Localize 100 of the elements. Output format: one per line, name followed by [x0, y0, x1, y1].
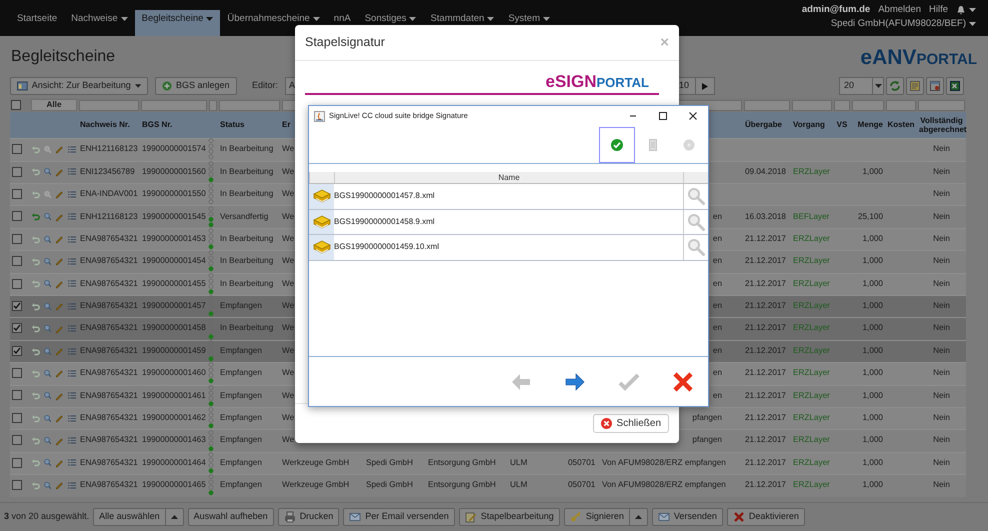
table-row[interactable]: ENA987654321 19900000001465 Empfangen Werkzeuge GmbH Spedi GmbH Entsorgung GmbH ULM 050701 Von AFUM98028/ERZ empfangen 21.12.2017 ERZLayer 1,000 Nein — [10, 474, 966, 497]
search-icon[interactable] — [44, 212, 52, 222]
notifications-button[interactable] — [956, 4, 976, 14]
help-link[interactable]: Hilfe — [928, 4, 948, 15]
search-icon[interactable] — [44, 480, 52, 490]
return-arrow-icon[interactable] — [32, 480, 40, 490]
list-icon[interactable] — [68, 414, 76, 423]
pencil-icon[interactable] — [55, 189, 64, 200]
search-icon[interactable] — [44, 190, 52, 199]
filter-field[interactable] — [219, 100, 280, 111]
search-icon[interactable] — [44, 324, 52, 334]
list-icon[interactable] — [68, 212, 76, 222]
action-button[interactable]: Alle auswählen — [93, 508, 166, 526]
filter-field[interactable] — [886, 100, 916, 111]
nav-tab[interactable]: Übernahmescheine — [220, 10, 327, 36]
search-icon[interactable] — [44, 234, 52, 244]
return-arrow-icon[interactable] — [32, 391, 40, 400]
return-arrow-icon[interactable] — [32, 302, 40, 311]
pencil-icon[interactable] — [55, 458, 64, 468]
checkbox[interactable] — [12, 300, 22, 311]
return-arrow-icon[interactable] — [32, 324, 40, 334]
action-button[interactable]: Drucken — [278, 508, 340, 526]
checkbox[interactable] — [12, 390, 22, 400]
filter-field[interactable] — [834, 100, 850, 111]
checkbox[interactable] — [12, 458, 22, 468]
checkbox[interactable] — [12, 234, 22, 244]
search-icon[interactable] — [44, 144, 52, 154]
filter-field[interactable] — [209, 100, 217, 111]
list-icon[interactable] — [68, 190, 76, 199]
return-arrow-icon[interactable] — [32, 368, 40, 378]
nav-tab[interactable]: Nachweise — [64, 10, 135, 36]
pencil-icon[interactable] — [55, 390, 64, 401]
checkbox[interactable] — [12, 166, 22, 177]
list-icon[interactable] — [68, 391, 76, 400]
filter-field[interactable] — [852, 100, 884, 111]
action-button[interactable]: Stapelbearbeitung — [458, 508, 560, 526]
search-icon[interactable] — [44, 279, 52, 288]
search-icon[interactable] — [44, 256, 52, 266]
filter-field[interactable] — [792, 100, 832, 111]
filter-all-button[interactable]: Alle — [31, 99, 77, 112]
action-button[interactable]: Auswahl aufheben — [188, 508, 274, 526]
return-arrow-icon[interactable] — [32, 414, 40, 423]
checkbox[interactable] — [12, 435, 22, 446]
filter-field[interactable] — [141, 100, 207, 111]
action-button[interactable]: Per Email versenden — [343, 508, 455, 526]
search-icon[interactable] — [44, 368, 52, 378]
next-page-button[interactable] — [695, 77, 715, 95]
page-size-select[interactable]: 20 — [839, 77, 884, 95]
pencil-icon[interactable] — [55, 413, 64, 424]
search-icon[interactable] — [44, 167, 52, 176]
checkbox[interactable] — [12, 480, 22, 490]
nav-tab[interactable]: Startseite — [10, 10, 64, 36]
action-button[interactable]: Versenden — [652, 508, 723, 526]
filter-field[interactable] — [744, 100, 790, 111]
pencil-icon[interactable] — [55, 368, 64, 378]
search-icon[interactable] — [687, 238, 705, 256]
close-dialog-button[interactable]: Schließen — [592, 414, 669, 433]
create-button[interactable]: BGS anlegen — [155, 77, 237, 95]
checkbox[interactable] — [12, 368, 22, 378]
pencil-icon[interactable] — [55, 480, 64, 490]
return-arrow-icon[interactable] — [32, 167, 40, 176]
list-icon[interactable] — [68, 458, 76, 468]
pencil-icon[interactable] — [55, 301, 64, 312]
list-icon[interactable] — [68, 324, 76, 334]
user-link[interactable]: admin@fum.de — [802, 4, 870, 15]
return-arrow-icon[interactable] — [32, 212, 40, 222]
pencil-icon[interactable] — [55, 212, 64, 222]
pencil-icon[interactable] — [55, 166, 64, 177]
list-icon[interactable] — [68, 346, 76, 356]
search-icon[interactable] — [687, 212, 705, 231]
checkbox[interactable] — [12, 323, 22, 334]
list-icon[interactable] — [68, 144, 76, 154]
list-icon[interactable] — [68, 480, 76, 490]
nav-tab[interactable]: Begleitscheine — [134, 10, 220, 36]
return-arrow-icon[interactable] — [32, 279, 40, 288]
list-icon[interactable] — [68, 234, 76, 244]
tool-button[interactable] — [599, 126, 635, 162]
nav-tab[interactable]: nnA — [326, 10, 358, 36]
table-row[interactable]: ENA987654321 19900000001464 Empfangen Werkzeuge GmbH Spedi GmbH Entsorgung GmbH ULM 050701 Von AFUM98028/ERZ empfangen 21.12.2017 ERZLayer 1,000 Nein — [10, 452, 966, 474]
return-arrow-icon[interactable] — [32, 458, 40, 468]
dropdown-toggle-button[interactable] — [164, 508, 184, 526]
return-arrow-icon[interactable] — [32, 436, 40, 446]
checkbox[interactable] — [12, 144, 22, 154]
search-icon[interactable] — [44, 302, 52, 311]
pencil-icon[interactable] — [55, 256, 64, 266]
return-arrow-icon[interactable] — [32, 346, 40, 356]
list-icon[interactable] — [68, 436, 76, 446]
search-icon[interactable] — [687, 187, 705, 206]
nav-tab[interactable]: Sonstiges — [358, 10, 424, 36]
toolbar-button[interactable] — [946, 77, 964, 95]
view-dropdown[interactable]: Ansicht: Zur Bearbeitung — [10, 77, 148, 95]
logout-link[interactable]: Abmelden — [878, 4, 921, 15]
pencil-icon[interactable] — [55, 144, 64, 154]
pencil-icon[interactable] — [55, 278, 64, 289]
return-arrow-icon[interactable] — [32, 190, 40, 199]
return-arrow-icon[interactable] — [32, 144, 40, 154]
checkbox[interactable] — [12, 256, 22, 266]
pencil-icon[interactable] — [55, 234, 64, 244]
search-icon[interactable] — [44, 458, 52, 468]
search-icon[interactable] — [44, 436, 52, 446]
